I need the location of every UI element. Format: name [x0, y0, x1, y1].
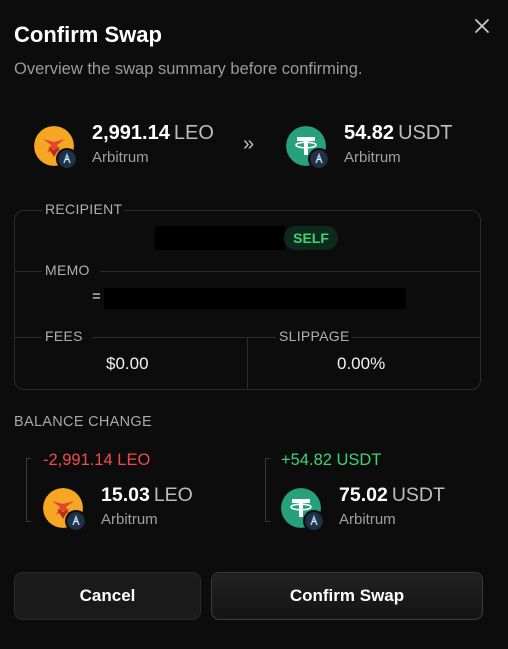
self-badge: SELF	[284, 226, 338, 250]
from-network: Arbitrum	[92, 149, 149, 166]
divider	[14, 337, 42, 338]
swap-to-asset: 54.82 USDT Arbitrum	[286, 122, 453, 172]
recipient-address	[155, 226, 285, 250]
from-symbol: LEO	[173, 122, 214, 144]
divider	[247, 337, 248, 390]
tether-token-icon	[281, 488, 325, 532]
bracket	[265, 458, 270, 522]
balance-change-title: BALANCE CHANGE	[14, 414, 152, 430]
slippage-label: SLIPPAGE	[277, 328, 352, 344]
from-balance-amount: 15.03	[101, 484, 150, 506]
dialog-title: Confirm Swap	[14, 22, 162, 47]
arbitrum-icon	[308, 148, 330, 170]
arbitrum-icon	[303, 510, 325, 532]
swap-direction-icon: »	[243, 133, 255, 155]
arbitrum-icon	[56, 148, 78, 170]
to-balance-delta: +54.82 USDT	[281, 451, 382, 469]
cancel-button[interactable]: Cancel	[14, 572, 201, 620]
to-balance: 75.02 USDT Arbitrum	[281, 484, 445, 532]
divider	[352, 337, 481, 338]
dialog-subtitle: Overview the swap summary before confirm…	[14, 60, 363, 78]
memo-prefix: =	[92, 288, 101, 305]
to-network: Arbitrum	[344, 149, 401, 166]
from-balance-network: Arbitrum	[101, 511, 158, 528]
leo-token-icon	[34, 126, 78, 170]
confirm-swap-dialog: Confirm Swap Overview the swap summary b…	[0, 0, 508, 649]
swap-from-asset: 2,991.14 LEO Arbitrum	[34, 122, 214, 172]
memo-label: MEMO	[43, 262, 92, 278]
to-balance-amount: 75.02	[339, 484, 388, 506]
slippage-value: 0.00%	[337, 354, 386, 373]
to-symbol: USDT	[398, 122, 453, 144]
to-balance-network: Arbitrum	[339, 511, 396, 528]
to-amount: 54.82	[344, 122, 395, 144]
divider	[100, 271, 481, 272]
from-balance: 15.03 LEO Arbitrum	[43, 484, 193, 532]
close-icon[interactable]	[472, 16, 492, 36]
divider	[92, 337, 276, 338]
tether-token-icon	[286, 126, 330, 170]
fees-label: FEES	[43, 328, 85, 344]
divider	[14, 271, 42, 272]
to-balance-symbol: USDT	[391, 484, 445, 506]
arbitrum-icon	[65, 510, 87, 532]
bracket	[26, 458, 31, 522]
from-balance-delta: -2,991.14 LEO	[43, 451, 151, 469]
leo-token-icon	[43, 488, 87, 532]
confirm-swap-button[interactable]: Confirm Swap	[211, 572, 483, 620]
fees-value: $0.00	[106, 354, 149, 373]
from-amount: 2,991.14	[92, 122, 170, 144]
memo-value	[104, 288, 406, 309]
from-balance-symbol: LEO	[153, 484, 193, 506]
recipient-label: RECIPIENT	[43, 201, 125, 217]
